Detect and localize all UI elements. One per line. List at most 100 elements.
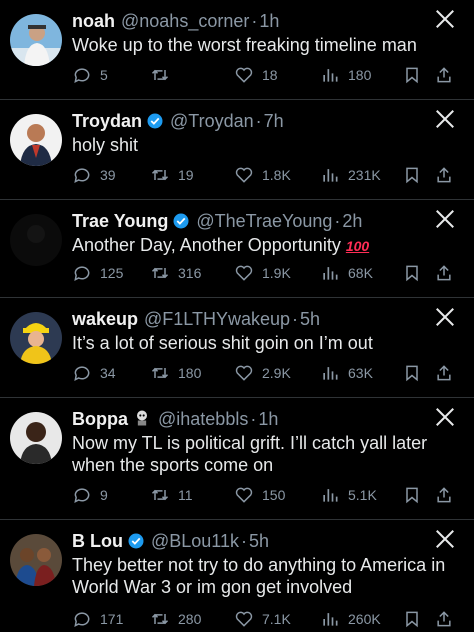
avatar[interactable] (10, 534, 62, 586)
bookmark-button[interactable] (402, 164, 422, 186)
display-name[interactable]: Trae Young (72, 211, 168, 231)
like-button[interactable]: 1.8K (234, 164, 291, 186)
reply-button[interactable]: 5 (72, 64, 108, 86)
reply-button[interactable]: 171 (72, 608, 123, 630)
reply-button[interactable]: 9 (72, 484, 108, 506)
display-name[interactable]: Boppa (72, 409, 128, 429)
views-button[interactable]: 63K (320, 362, 373, 384)
repost-button[interactable]: 316 (150, 262, 201, 284)
post-time[interactable]: 1h (259, 11, 279, 31)
views-button[interactable]: 68K (320, 262, 373, 284)
repost-button[interactable]: 180 (150, 362, 201, 384)
like-button[interactable]: 1.9K (234, 262, 291, 284)
like-count: 1.8K (262, 167, 291, 183)
reply-icon (74, 488, 90, 504)
display-name[interactable]: wakeup (72, 309, 138, 329)
like-count: 150 (262, 487, 286, 503)
avatar[interactable] (10, 214, 62, 266)
share-button[interactable] (434, 484, 454, 506)
share-button[interactable] (434, 262, 454, 284)
repost-icon (151, 613, 169, 625)
share-icon (437, 265, 451, 281)
reply-count: 9 (100, 487, 108, 503)
like-button[interactable]: 150 (234, 484, 285, 506)
view-count: 63K (348, 365, 373, 381)
bookmark-button[interactable] (402, 362, 422, 384)
display-name[interactable]: Troydan (72, 111, 142, 131)
share-button[interactable] (434, 164, 454, 186)
user-handle[interactable]: @Troydan (170, 111, 254, 131)
views-icon (323, 69, 338, 82)
repost-icon (151, 169, 169, 181)
like-button[interactable]: 18 (234, 64, 278, 86)
user-handle[interactable]: @ihatebbls (158, 409, 248, 429)
share-icon (437, 167, 451, 183)
x-logo-icon (436, 110, 454, 128)
display-name[interactable]: B Lou (72, 531, 123, 551)
reply-icon (74, 68, 90, 84)
bookmark-icon (406, 487, 418, 504)
bookmark-icon (406, 167, 418, 184)
views-icon (323, 613, 338, 626)
post-troydan[interactable]: Troydan @Troydan · 7h holy shit 39 19 1.8K … (0, 100, 474, 200)
share-button[interactable] (434, 64, 454, 86)
share-button[interactable] (434, 362, 454, 384)
post-text: Another Day, Another Opportunity 100 (72, 234, 454, 257)
repost-count: 11 (178, 487, 193, 503)
bookmark-icon (406, 265, 418, 282)
like-icon (235, 611, 253, 627)
reply-count: 34 (100, 365, 116, 381)
like-icon (235, 167, 253, 183)
verified-badge-icon (173, 213, 189, 229)
like-count: 2.9K (262, 365, 291, 381)
post-text: It’s a lot of serious shit goin on I’m o… (72, 333, 373, 353)
user-handle[interactable]: @BLou11k (151, 531, 239, 551)
avatar[interactable] (10, 14, 62, 66)
repost-button[interactable]: 280 (150, 608, 201, 630)
repost-icon (151, 69, 169, 81)
like-button[interactable]: 7.1K (234, 608, 291, 630)
avatar[interactable] (10, 114, 62, 166)
like-button[interactable]: 2.9K (234, 362, 291, 384)
bookmark-button[interactable] (402, 262, 422, 284)
bookmark-button[interactable] (402, 484, 422, 506)
post-noah[interactable]: noah @noahs_corner · 1h Woke up to the wors… (0, 0, 474, 100)
like-count: 18 (262, 67, 278, 83)
post-time[interactable]: 5h (300, 309, 320, 329)
user-handle[interactable]: @TheTraeYoung (196, 211, 332, 231)
display-name[interactable]: noah (72, 11, 115, 31)
user-handle[interactable]: @noahs_corner (121, 11, 249, 31)
repost-button[interactable]: 11 (150, 484, 193, 506)
views-button[interactable]: 231K (320, 164, 381, 186)
post-b-lou[interactable]: B Lou @BLou11k · 5h They better not try to … (0, 520, 474, 632)
views-button[interactable]: 5.1K (320, 484, 377, 506)
views-button[interactable]: 260K (320, 608, 381, 630)
reply-icon (74, 366, 90, 382)
bookmark-button[interactable] (402, 64, 422, 86)
avatar[interactable] (10, 312, 62, 364)
post-trae-young[interactable]: Trae Young @TheTraeYoung · 2h Another Day, … (0, 200, 474, 298)
reply-button[interactable]: 39 (72, 164, 116, 186)
post-boppa[interactable]: Boppa @ihatebbls · 1h Now my TL is politica… (0, 398, 474, 520)
repost-button[interactable] (150, 64, 178, 86)
view-count: 260K (348, 611, 381, 627)
post-time[interactable]: 1h (258, 409, 278, 429)
post-wakeup[interactable]: wakeup @F1LTHYwakeup · 5h It’s a lot of ser… (0, 298, 474, 398)
repost-count: 180 (178, 365, 202, 381)
views-button[interactable]: 180 (320, 64, 371, 86)
like-count: 7.1K (262, 611, 291, 627)
post-time[interactable]: 2h (342, 211, 362, 231)
bookmark-button[interactable] (402, 608, 422, 630)
repost-button[interactable]: 19 (150, 164, 194, 186)
view-count: 68K (348, 265, 373, 281)
reply-button[interactable]: 125 (72, 262, 123, 284)
post-time[interactable]: 7h (264, 111, 284, 131)
bookmark-icon (406, 611, 418, 628)
share-button[interactable] (434, 608, 454, 630)
avatar[interactable] (10, 412, 62, 464)
share-icon (437, 611, 451, 627)
post-time[interactable]: 5h (249, 531, 269, 551)
reply-count: 125 (100, 265, 124, 281)
user-handle[interactable]: @F1LTHYwakeup (144, 309, 290, 329)
reply-button[interactable]: 34 (72, 362, 116, 384)
